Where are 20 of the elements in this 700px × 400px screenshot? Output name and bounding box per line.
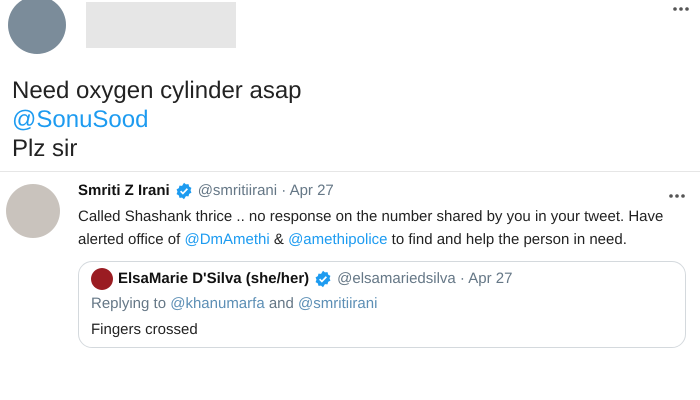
tweet-text-line: Need oxygen cylinder asap	[12, 76, 303, 105]
mention-link[interactable]: @DmAmethi	[184, 230, 270, 248]
author-name: Smriti Z Irani	[78, 181, 170, 201]
mention-link[interactable]: @khanumarfa	[170, 295, 265, 312]
tweet-meta: @elsamariedsilva · Apr 27	[337, 268, 512, 288]
tweet-text-line: Plz sir	[12, 134, 78, 163]
replying-to-text: Replying to @khanumarfa and @smritiirani	[91, 294, 378, 314]
tweet-text: Called Shashank thrice .. no response on the number shared by you in your tweet. Have alerted office of @DmAmethi & @amethipolice to find and help the person in need.	[78, 206, 664, 250]
mention-link[interactable]: @SonuSood	[12, 106, 148, 133]
quoted-tweet-card[interactable]: ElsaMarie D'Silva (she/her) @elsamariedsilva · Apr 27 Replying to @khanumarfa and @smritiirani Fingers crossed	[78, 260, 686, 348]
mention-link[interactable]: @amethipolice	[288, 230, 388, 248]
more-options-icon[interactable]	[668, 193, 686, 200]
author-name: ElsaMarie D'Silva (she/her)	[118, 268, 310, 288]
avatar-photo-placeholder	[6, 184, 60, 238]
avatar-photo-placeholder	[8, 0, 66, 54]
quoted-tweet-text: Fingers crossed	[91, 320, 199, 340]
more-options-icon[interactable]	[672, 6, 690, 12]
avatar-photo-placeholder	[91, 268, 113, 290]
tweet-meta: @smritiirani · Apr 27	[198, 181, 334, 201]
mention-link[interactable]: @smritiirani	[298, 295, 378, 312]
